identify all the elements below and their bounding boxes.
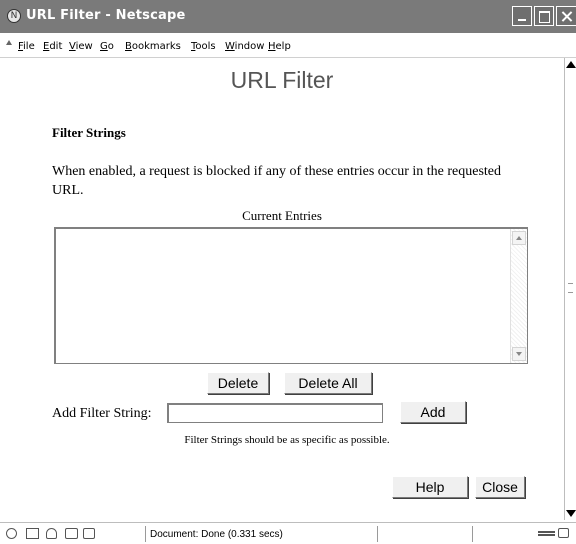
section-title: Filter Strings (52, 125, 126, 140)
menu-go-mnemonic: G (100, 41, 108, 52)
menu-window[interactable]: Window (225, 41, 264, 52)
menu-bookmarks-mnemonic: B (125, 41, 132, 52)
page-icon[interactable] (83, 528, 95, 539)
composer-icon[interactable] (65, 528, 78, 539)
status-bar: Document: Done (0.331 secs) (0, 522, 576, 544)
scroll-thumb-grip-icon[interactable] (568, 283, 573, 293)
status-divider (472, 526, 473, 542)
security-lock-icon[interactable] (558, 528, 569, 538)
window-title: URL Filter - Netscape (26, 8, 186, 23)
menubar-grip-icon[interactable] (6, 40, 12, 45)
menu-view-mnemonic: V (69, 41, 76, 52)
add-filter-string-label: Add Filter String: (52, 406, 152, 421)
list-scrollbar[interactable] (510, 229, 527, 363)
menu-window-mnemonic: W (225, 41, 235, 52)
maximize-button[interactable] (534, 6, 554, 26)
current-entries-list[interactable] (54, 227, 528, 364)
mail-icon[interactable] (26, 528, 39, 539)
current-entries-label: Current Entries (242, 208, 322, 223)
menu-tools[interactable]: Tools (191, 41, 216, 52)
menu-file[interactable]: File (18, 41, 35, 52)
add-button[interactable]: Add (400, 401, 466, 423)
list-scroll-up-icon[interactable] (512, 231, 526, 245)
netscape-icon: N (7, 9, 21, 23)
title-bar: N URL Filter - Netscape (0, 0, 576, 33)
close-window-button[interactable] (556, 6, 576, 26)
status-divider (377, 526, 378, 542)
menu-bookmarks[interactable]: Bookmarks (125, 41, 181, 52)
status-divider (145, 526, 146, 542)
status-text: Document: Done (0.331 secs) (150, 529, 283, 540)
menu-go[interactable]: Go (100, 41, 114, 52)
page-content: URL Filter Filter Strings When enabled, … (0, 58, 564, 520)
list-scroll-down-icon[interactable] (512, 347, 526, 361)
help-button[interactable]: Help (392, 476, 468, 498)
menu-view[interactable]: View (69, 41, 93, 52)
close-button[interactable]: Close (475, 476, 525, 498)
minimize-button[interactable] (512, 6, 532, 26)
scroll-up-icon[interactable] (566, 61, 576, 68)
add-filter-string-input[interactable] (167, 403, 383, 423)
scroll-down-icon[interactable] (566, 510, 576, 517)
delete-all-button[interactable]: Delete All (284, 372, 372, 394)
menu-edit[interactable]: Edit (43, 41, 62, 52)
description-text: When enabled, a request is blocked if an… (52, 164, 501, 198)
navigator-icon[interactable] (6, 528, 17, 539)
menu-tools-mnemonic: T (191, 41, 196, 52)
filter-hint-text: Filter Strings should be as specific as … (184, 434, 390, 446)
menu-bar: File Edit View Go Bookmarks Tools Window… (0, 33, 576, 58)
page-title: URL Filter (230, 67, 334, 93)
page-scrollbar[interactable] (564, 58, 576, 520)
menu-help-mnemonic: H (268, 41, 276, 52)
address-book-icon[interactable] (46, 528, 57, 539)
network-icon (538, 531, 555, 536)
menu-help[interactable]: Help (268, 41, 291, 52)
menu-edit-mnemonic: E (43, 41, 50, 52)
delete-button[interactable]: Delete (207, 372, 269, 394)
menu-file-mnemonic: F (18, 41, 24, 52)
